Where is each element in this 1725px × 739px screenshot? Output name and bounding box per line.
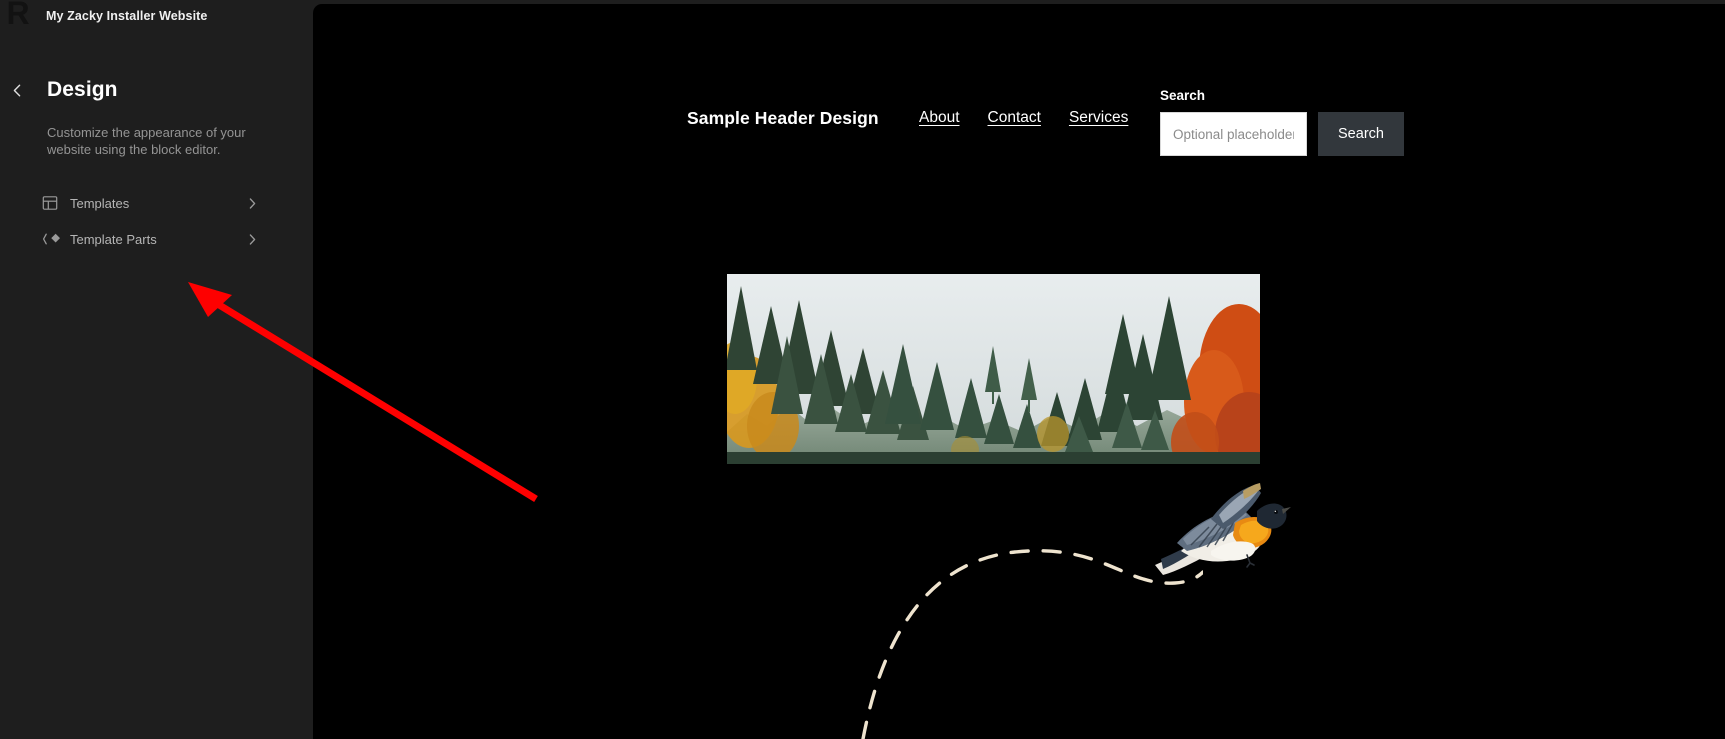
site-logo-letter: R (6, 0, 30, 31)
search-row: Search (1160, 112, 1404, 156)
chevron-right-icon (247, 233, 258, 246)
template-parts-diamond-icon (42, 231, 66, 247)
nav-link-about[interactable]: About (919, 109, 960, 127)
search-block: Search Search (1160, 88, 1404, 156)
sidebar-item-label: Template Parts (70, 231, 157, 247)
nav-link-services[interactable]: Services (1069, 109, 1128, 127)
chevron-left-icon[interactable] (0, 83, 34, 98)
chevron-right-icon (247, 197, 258, 210)
site-preview-canvas[interactable]: Sample Header Design About Contact Servi… (313, 4, 1725, 739)
nav-link-contact[interactable]: Contact (988, 109, 1041, 127)
design-sidebar: R My Zacky Installer Website Design Cust… (0, 0, 313, 739)
header-title: Sample Header Design (687, 108, 879, 128)
layout-template-icon (42, 195, 66, 211)
search-label: Search (1160, 88, 1206, 103)
preview-nav: About Contact Services (919, 109, 1128, 127)
design-description: Customize the appearance of your website… (47, 125, 246, 157)
sidebar-item-templates[interactable]: Templates (42, 188, 258, 218)
editor-window: R My Zacky Installer Website Design Cust… (0, 0, 1725, 739)
forest-image (727, 274, 1260, 464)
site-logo-icon[interactable]: R (0, 0, 36, 32)
design-header: Design (0, 78, 313, 102)
sidebar-item-template-parts[interactable]: Template Parts (42, 224, 258, 254)
search-input[interactable] (1160, 112, 1307, 156)
site-title: My Zacky Installer Website (46, 9, 208, 23)
site-identity-bar: R My Zacky Installer Website (0, 0, 313, 32)
search-button[interactable]: Search (1318, 112, 1404, 156)
preview-site-header: Sample Header Design About Contact Servi… (313, 80, 1725, 164)
page-title: Design (47, 78, 118, 101)
bird-illustration (1151, 481, 1291, 586)
sidebar-item-label: Templates (70, 195, 130, 211)
flight-path-dashed-curve (861, 549, 1203, 739)
